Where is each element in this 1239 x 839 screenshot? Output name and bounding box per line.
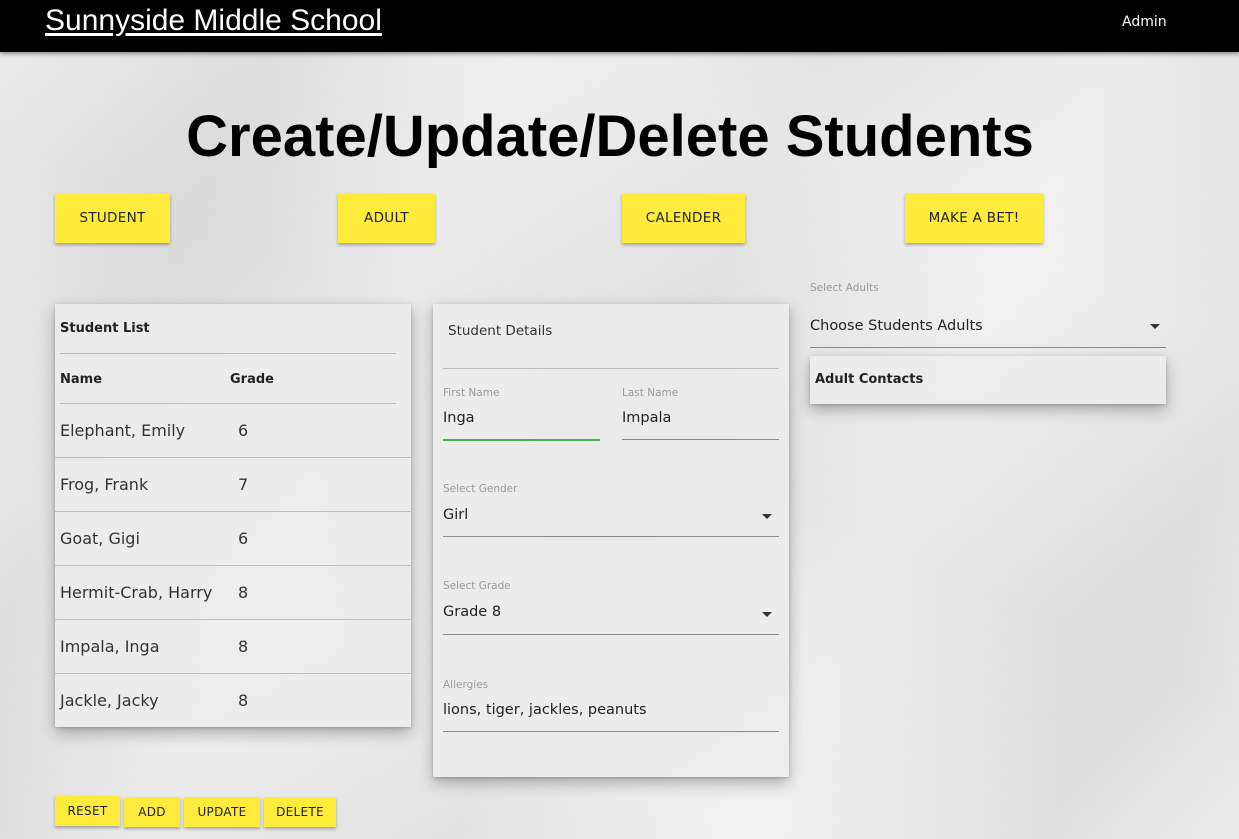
add-button[interactable]: ADD <box>124 797 180 827</box>
calender-nav-button[interactable]: CALENDER <box>622 193 745 243</box>
student-grade: 8 <box>238 583 249 602</box>
chevron-down-icon[interactable] <box>762 612 772 617</box>
student-name: Hermit-Crab, Harry <box>60 583 213 602</box>
grade-underline <box>443 634 779 635</box>
student-details-card: Student Details First Name Inga Last Nam… <box>433 304 789 777</box>
student-nav-button[interactable]: STUDENT <box>55 193 170 243</box>
adults-underline <box>810 347 1166 348</box>
divider <box>443 368 779 369</box>
allergies-label: Allergies <box>443 679 489 691</box>
adults-value[interactable]: Choose Students Adults <box>810 318 983 334</box>
table-row[interactable]: Elephant, Emily 6 <box>55 404 411 458</box>
table-row[interactable]: Goat, Gigi 6 <box>55 512 411 566</box>
adult-contacts-card: Adult Contacts <box>810 356 1166 404</box>
column-header-grade[interactable]: Grade <box>230 372 274 387</box>
divider <box>60 353 396 354</box>
table-row[interactable]: Frog, Frank 7 <box>55 458 411 512</box>
student-name: Goat, Gigi <box>60 529 140 548</box>
make-a-bet-nav-button[interactable]: MAKE A BET! <box>905 193 1043 243</box>
student-list-card: Student List Name Grade Elephant, Emily … <box>55 304 411 727</box>
allergies-value[interactable]: lions, tiger, jackles, peanuts <box>443 702 647 718</box>
student-list-title: Student List <box>60 321 150 336</box>
admin-link[interactable]: Admin <box>1122 14 1167 30</box>
gender-label: Select Gender <box>443 483 518 495</box>
adult-contacts-title: Adult Contacts <box>815 372 924 387</box>
grade-value[interactable]: Grade 8 <box>443 604 501 620</box>
chevron-down-icon[interactable] <box>1150 324 1160 329</box>
student-name: Jackle, Jacky <box>60 691 159 710</box>
chevron-down-icon[interactable] <box>762 514 772 519</box>
student-grade: 8 <box>238 691 249 710</box>
table-row[interactable]: Impala, Inga 8 <box>55 620 411 674</box>
last-name-label: Last Name <box>622 387 679 399</box>
first-name-value[interactable]: Inga <box>443 410 475 426</box>
first-name-label: First Name <box>443 387 500 399</box>
allergies-underline <box>443 731 779 732</box>
update-button[interactable]: UPDATE <box>184 797 260 827</box>
last-name-value[interactable]: Impala <box>622 410 671 426</box>
student-name: Elephant, Emily <box>60 421 186 440</box>
brand-link[interactable]: Sunnyside Middle School <box>45 4 382 38</box>
table-row[interactable]: Jackle, Jacky 8 <box>55 674 411 728</box>
student-details-title: Student Details <box>448 323 553 339</box>
page-title: Create/Update/Delete Students <box>186 104 1034 169</box>
adult-nav-button[interactable]: ADULT <box>338 193 435 243</box>
first-name-underline <box>443 439 600 441</box>
student-grade: 6 <box>238 529 249 548</box>
column-header-name[interactable]: Name <box>60 372 102 387</box>
table-row[interactable]: Hermit-Crab, Harry 8 <box>55 566 411 620</box>
gender-value[interactable]: Girl <box>443 507 468 523</box>
grade-label: Select Grade <box>443 580 511 592</box>
student-grade: 7 <box>238 475 249 494</box>
last-name-underline <box>622 439 779 440</box>
student-grade: 8 <box>238 637 249 656</box>
student-name: Impala, Inga <box>60 637 160 656</box>
delete-button[interactable]: DELETE <box>264 797 336 827</box>
gender-underline <box>443 536 779 537</box>
top-navbar: Sunnyside Middle School Admin <box>0 0 1239 52</box>
student-name: Frog, Frank <box>60 475 149 494</box>
student-grade: 6 <box>238 421 249 440</box>
reset-button[interactable]: RESET <box>55 796 120 826</box>
adults-label: Select Adults <box>810 282 879 294</box>
